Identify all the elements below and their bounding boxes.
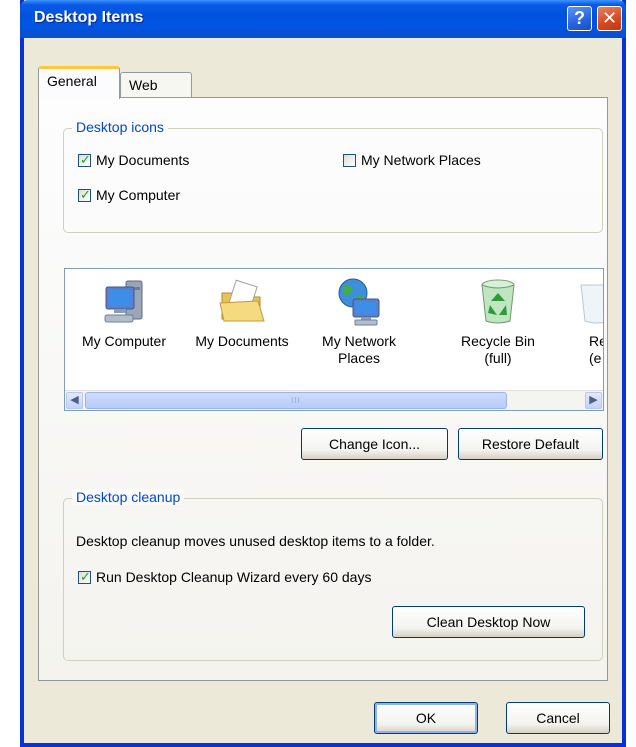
icon-item-my-network-places[interactable]: My Network Places (301, 277, 417, 367)
desktop-cleanup-legend: Desktop cleanup (72, 489, 185, 505)
checkbox-box[interactable]: ✓ (78, 568, 91, 584)
window-title: Desktop Items (34, 9, 144, 26)
close-icon: ✕ (601, 8, 618, 28)
chevron-right-icon: ▶ (589, 394, 598, 406)
icon-item-label: My Network Places (322, 333, 396, 366)
scrollbar-thumb[interactable]: III (85, 392, 507, 409)
my-documents-icon (219, 279, 265, 322)
cancel-button[interactable]: Cancel (506, 702, 610, 734)
thumb-grip-icon: III (291, 396, 301, 405)
my-network-places-icon (338, 278, 380, 326)
checkbox-box[interactable]: ✓ (78, 151, 91, 167)
check-mark-icon: ✓ (80, 568, 91, 584)
my-documents-checkbox[interactable]: ✓ My Documents (78, 152, 189, 168)
checkbox-label: My Documents (96, 152, 190, 168)
checkbox-box[interactable] (343, 153, 356, 167)
recycle-bin-empty-icon (580, 284, 603, 324)
run-cleanup-wizard-checkbox[interactable]: ✓ Run Desktop Cleanup Wizard every 60 da… (78, 569, 371, 585)
scroll-left-button[interactable]: ◀ (66, 392, 83, 409)
checkbox-box[interactable]: ✓ (78, 186, 91, 202)
checkbox-label: My Computer (96, 187, 181, 203)
general-tab-panel: Desktop icons ✓ My Documents ✓ My Comput… (38, 97, 608, 681)
tab-web[interactable]: Web (120, 72, 192, 98)
cleanup-description: Desktop cleanup moves unused desktop ite… (76, 533, 435, 549)
chevron-left-icon: ◀ (70, 394, 79, 406)
desktop-icon-list[interactable]: My Computer My Documents My Network Plac… (64, 268, 604, 411)
recycle-bin-full-icon (481, 279, 515, 324)
check-mark-icon: ✓ (80, 151, 91, 167)
icon-item-my-computer[interactable]: My Computer (66, 277, 182, 350)
desktop-items-dialog: Desktop Items ? ✕ General Web Desktop ic… (20, 0, 626, 747)
icon-item-label: My Documents (195, 333, 289, 349)
icon-item-my-documents[interactable]: My Documents (184, 277, 300, 350)
restore-default-button[interactable]: Restore Default (458, 428, 603, 460)
title-bar[interactable]: Desktop Items ? ✕ (20, 0, 626, 38)
my-computer-checkbox[interactable]: ✓ My Computer (78, 187, 180, 203)
clean-desktop-now-button[interactable]: Clean Desktop Now (392, 606, 585, 638)
icon-item-recycle-bin-empty[interactable]: Rec (e (555, 277, 603, 367)
desktop-icons-group: Desktop icons ✓ My Documents ✓ My Comput… (63, 119, 603, 233)
scroll-right-button[interactable]: ▶ (585, 392, 602, 409)
checkbox-label: Run Desktop Cleanup Wizard every 60 days (96, 569, 372, 585)
tab-general[interactable]: General (38, 66, 120, 99)
help-button[interactable]: ? (567, 6, 592, 31)
horizontal-scrollbar[interactable]: ◀ III ▶ (65, 390, 603, 410)
help-icon: ? (574, 8, 585, 28)
icon-item-recycle-bin[interactable]: Recycle Bin (full) (440, 277, 556, 367)
change-icon-button[interactable]: Change Icon... (301, 428, 448, 460)
icon-item-label: Rec (e (589, 333, 603, 366)
icon-item-label: My Computer (81, 333, 167, 349)
desktop-icons-legend: Desktop icons (72, 119, 168, 135)
icon-item-label: Recycle Bin (full) (461, 333, 535, 366)
check-mark-icon: ✓ (80, 186, 91, 202)
close-button[interactable]: ✕ (597, 6, 622, 31)
my-network-places-checkbox[interactable]: My Network Places (343, 152, 481, 168)
desktop-cleanup-group: Desktop cleanup Desktop cleanup moves un… (63, 489, 603, 661)
checkbox-label: My Network Places (361, 152, 481, 168)
ok-button[interactable]: OK (374, 702, 478, 734)
my-computer-icon (104, 280, 143, 323)
